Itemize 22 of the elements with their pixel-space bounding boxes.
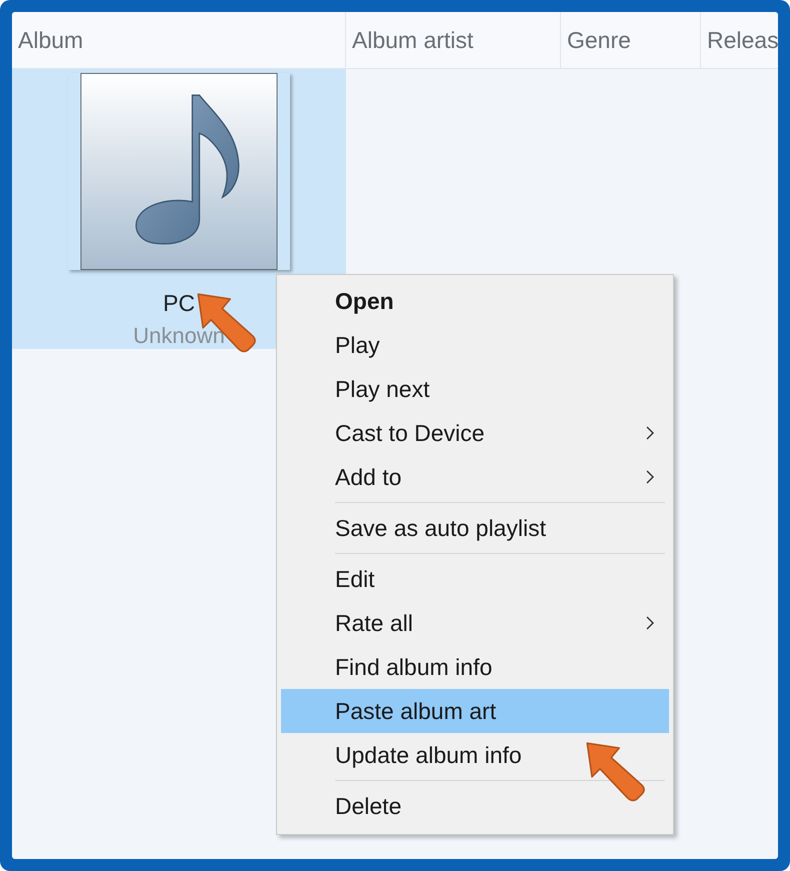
menu-item[interactable]: Find album info: [281, 645, 669, 689]
menu-item[interactable]: Open: [281, 279, 669, 323]
column-header[interactable]: Album: [12, 12, 346, 68]
menu-item[interactable]: Play next: [281, 367, 669, 411]
chevron-right-icon: [645, 469, 655, 485]
chevron-right-icon: [645, 425, 655, 441]
column-header[interactable]: Releas: [701, 12, 778, 68]
menu-item[interactable]: Add to: [281, 455, 669, 499]
menu-item[interactable]: Play: [281, 323, 669, 367]
album-artist: Unknown: [133, 323, 225, 349]
menu-item[interactable]: Cast to Device: [281, 411, 669, 455]
chevron-right-icon: [645, 615, 655, 631]
menu-item[interactable]: Edit: [281, 557, 669, 601]
menu-item[interactable]: Delete: [281, 784, 669, 828]
album-title: PC: [163, 290, 195, 317]
column-header[interactable]: Genre: [561, 12, 701, 68]
menu-item[interactable]: Save as auto playlist: [281, 506, 669, 550]
column-header[interactable]: Album artist: [346, 12, 561, 68]
pointer-arrow: [584, 740, 648, 804]
menu-item[interactable]: Rate all: [281, 601, 669, 645]
menu-item[interactable]: Paste album art: [281, 689, 669, 733]
menu-item[interactable]: Update album info: [281, 733, 669, 777]
